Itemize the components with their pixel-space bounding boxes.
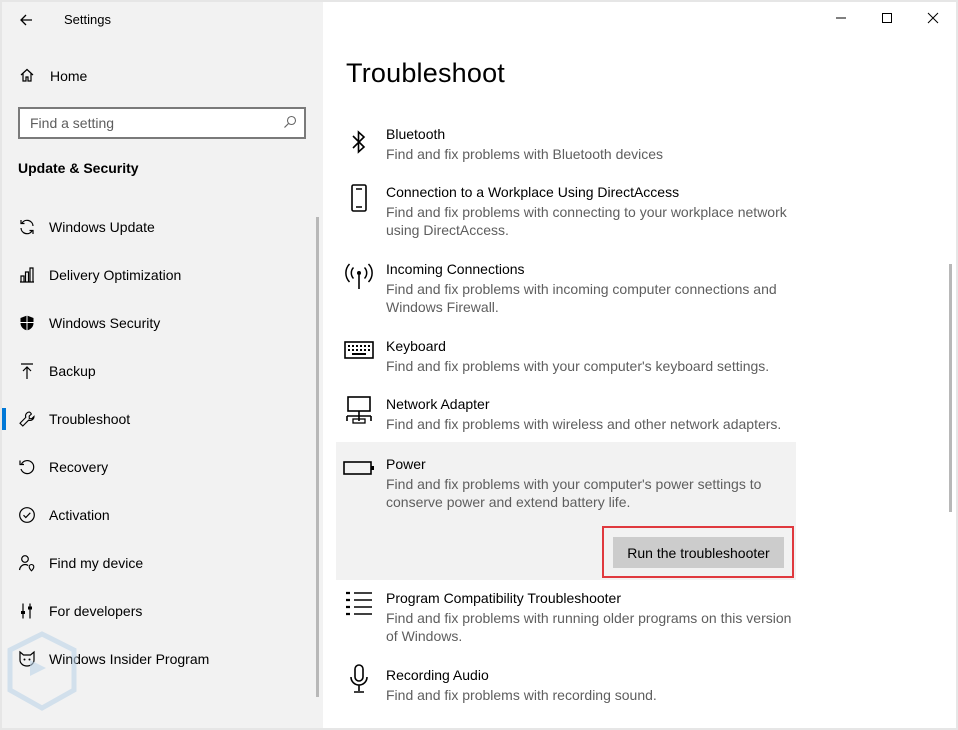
sidebar-item-label: Troubleshoot xyxy=(49,411,131,427)
item-description: Find and fix problems with connecting to… xyxy=(386,204,787,238)
recovery-icon xyxy=(18,458,36,476)
item-name: Keyboard xyxy=(386,338,446,354)
insider-cat-icon xyxy=(18,650,36,668)
sidebar-item-label: Windows Update xyxy=(49,219,155,235)
item-description: Find and fix problems with your computer… xyxy=(386,358,770,374)
sidebar-item-label: Backup xyxy=(49,363,96,379)
sidebar-item-backup[interactable]: Backup xyxy=(2,346,323,394)
sync-icon xyxy=(18,218,36,236)
troubleshooter-item-program-compatibility[interactable]: Program Compatibility Troubleshooter Fin… xyxy=(336,584,796,654)
active-indicator xyxy=(2,408,6,430)
item-description: Find and fix problems with running older… xyxy=(386,610,792,644)
sidebar: Settings Home Update & Security Windows … xyxy=(2,2,323,728)
phone-device-icon xyxy=(343,182,375,214)
item-name: Recording Audio xyxy=(386,667,489,683)
sidebar-item-find-my-device[interactable]: Find my device xyxy=(2,538,323,586)
sidebar-item-label: Windows Insider Program xyxy=(49,651,210,667)
troubleshooter-item-directaccess[interactable]: Connection to a Workplace Using DirectAc… xyxy=(336,178,796,248)
backup-arrow-icon xyxy=(18,362,36,380)
run-troubleshooter-highlight: Run the troubleshooter xyxy=(602,526,794,578)
main-scrollbar[interactable] xyxy=(949,264,952,512)
program-list-icon xyxy=(343,588,375,620)
microphone-icon xyxy=(343,663,375,695)
run-troubleshooter-button[interactable]: Run the troubleshooter xyxy=(613,537,784,568)
developer-sliders-icon xyxy=(18,602,36,620)
sidebar-item-for-developers[interactable]: For developers xyxy=(2,586,323,634)
home-icon xyxy=(19,67,35,83)
sidebar-item-recovery[interactable]: Recovery xyxy=(2,442,323,490)
item-name: Program Compatibility Troubleshooter xyxy=(386,590,621,606)
item-name: Power xyxy=(386,456,426,472)
sidebar-item-label: Activation xyxy=(49,507,110,523)
sidebar-item-label: Windows Security xyxy=(49,315,161,331)
troubleshooter-item-network-adapter[interactable]: Network Adapter Find and fix problems wi… xyxy=(336,390,796,440)
page-title: Troubleshoot xyxy=(346,58,505,88)
item-description: Find and fix problems with Bluetooth dev… xyxy=(386,146,664,162)
troubleshooter-item-incoming-connections[interactable]: Incoming Connections Find and fix proble… xyxy=(336,255,796,325)
search-input[interactable] xyxy=(20,109,270,137)
titlebar-left: Settings xyxy=(2,2,323,36)
item-name: Network Adapter xyxy=(386,396,490,412)
nav-home-label: Home xyxy=(50,68,88,84)
search-box[interactable] xyxy=(18,107,306,139)
sidebar-scrollbar[interactable] xyxy=(316,217,319,697)
item-description: Find and fix problems with recording sou… xyxy=(386,687,657,703)
close-icon xyxy=(927,12,939,24)
window-controls xyxy=(818,2,956,34)
nav-home[interactable]: Home xyxy=(2,60,323,90)
troubleshooter-item-power[interactable]: Power Find and fix problems with your co… xyxy=(336,442,796,580)
sidebar-item-windows-insider-program[interactable]: Windows Insider Program xyxy=(2,634,323,682)
item-name: Incoming Connections xyxy=(386,261,525,277)
back-button[interactable] xyxy=(14,8,38,32)
minimize-button[interactable] xyxy=(818,2,864,34)
person-location-icon xyxy=(18,554,36,572)
item-description: Find and fix problems with wireless and … xyxy=(386,416,782,432)
section-title: Update & Security xyxy=(18,160,139,176)
delivery-optimization-icon xyxy=(18,266,36,284)
item-description: Find and fix problems with incoming comp… xyxy=(386,281,777,315)
sidebar-item-troubleshoot[interactable]: Troubleshoot xyxy=(2,394,323,442)
maximize-button[interactable] xyxy=(864,2,910,34)
app-title: Settings xyxy=(64,12,111,27)
sidebar-item-label: For developers xyxy=(49,603,143,619)
bluetooth-icon xyxy=(343,126,375,158)
back-arrow-icon xyxy=(20,14,32,26)
troubleshooter-item-keyboard[interactable]: Keyboard Find and fix problems with your… xyxy=(336,332,796,382)
wrench-icon xyxy=(18,410,36,428)
keyboard-icon xyxy=(343,334,375,366)
shield-icon xyxy=(18,314,36,332)
sidebar-item-delivery-optimization[interactable]: Delivery Optimization xyxy=(2,250,323,298)
check-circle-icon xyxy=(18,506,36,524)
antenna-icon xyxy=(343,261,375,293)
close-button[interactable] xyxy=(910,2,956,34)
nav-list: Windows Update Delivery Optimization Win… xyxy=(2,202,323,682)
sidebar-item-windows-update[interactable]: Windows Update xyxy=(2,202,323,250)
battery-icon xyxy=(343,452,375,484)
main-pane: Troubleshoot Bluetooth Find and fix prob… xyxy=(323,2,956,728)
item-name: Connection to a Workplace Using DirectAc… xyxy=(386,184,680,200)
sidebar-item-label: Delivery Optimization xyxy=(49,267,182,283)
troubleshooter-item-bluetooth[interactable]: Bluetooth Find and fix problems with Blu… xyxy=(336,120,796,170)
item-name: Bluetooth xyxy=(386,126,446,142)
network-adapter-icon xyxy=(343,394,375,426)
maximize-icon xyxy=(882,13,892,23)
settings-window: Settings Home Update & Security Windows … xyxy=(2,2,956,728)
minimize-icon xyxy=(836,17,846,19)
sidebar-item-label: Find my device xyxy=(49,555,144,571)
item-description: Find and fix problems with your computer… xyxy=(386,476,762,510)
sidebar-item-windows-security[interactable]: Windows Security xyxy=(2,298,323,346)
sidebar-item-activation[interactable]: Activation xyxy=(2,490,323,538)
sidebar-item-label: Recovery xyxy=(49,459,109,475)
troubleshooter-item-recording-audio[interactable]: Recording Audio Find and fix problems wi… xyxy=(336,661,796,711)
search-icon[interactable] xyxy=(283,115,299,131)
